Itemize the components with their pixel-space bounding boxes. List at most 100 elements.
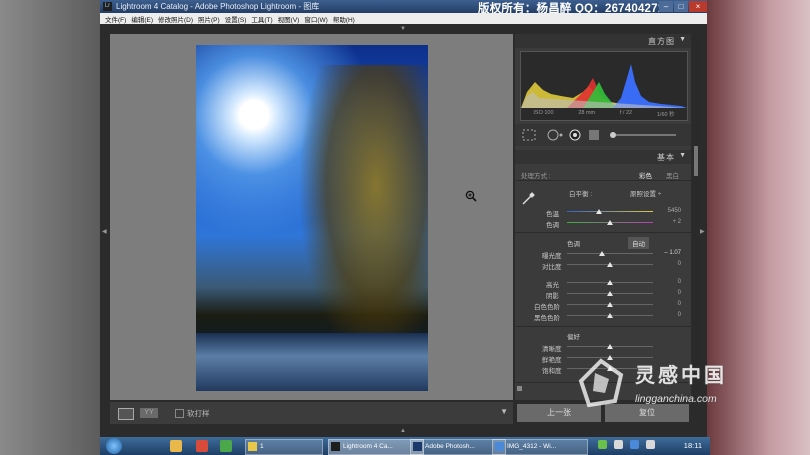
histogram-graph — [521, 64, 687, 108]
right-panel: 直方图 ▼ ISO 100 28 mm f / 22 1/60 秒 基本 ▼ 处… — [515, 34, 691, 400]
histogram-display: ISO 100 28 mm f / 22 1/60 秒 — [520, 51, 688, 121]
shadows-value[interactable]: 0 — [657, 290, 681, 296]
close-button[interactable]: × — [689, 1, 707, 12]
contrast-slider-thumb[interactable] — [607, 262, 613, 267]
wb-dropdown[interactable]: 原照设置 ÷ — [630, 188, 661, 198]
collapse-arrow-icon[interactable]: ▼ — [679, 36, 686, 43]
contrast-value[interactable]: 0 — [657, 261, 681, 267]
quicklaunch-icon-2[interactable] — [196, 440, 208, 452]
adjustment-brush-icon[interactable] — [610, 132, 676, 138]
system-tray: 18:11 — [590, 437, 710, 455]
right-panel-toggle-icon[interactable]: ▶ — [700, 228, 705, 235]
presence-label: 偏好 — [567, 334, 580, 341]
shadows-slider-thumb[interactable] — [607, 291, 613, 296]
zoom-cursor-icon — [465, 190, 477, 202]
temp-label: 色温 — [546, 211, 559, 218]
spot-removal-icon[interactable] — [547, 129, 563, 141]
exif-info: ISO 100 28 mm f / 22 1/60 秒 — [521, 110, 687, 118]
softproof-checkbox[interactable] — [175, 409, 184, 418]
menu-view[interactable]: 视图(V) — [278, 14, 300, 24]
tray-icon-2[interactable] — [614, 440, 623, 449]
loupe-view-button[interactable] — [118, 408, 134, 420]
tint-label: 色调 — [546, 222, 559, 229]
shadows-label: 阴影 — [546, 293, 559, 300]
watermark: 灵感中国 lingganchina.com — [575, 357, 775, 417]
treatment-color-option[interactable]: 彩色 — [639, 170, 652, 180]
taskbar-image-window[interactable]: IMG_4312 - Wi... — [492, 439, 588, 455]
title-bar: Lr Lightroom 4 Catalog - Adobe Photoshop… — [100, 0, 707, 15]
focal-length-value: 28 mm — [578, 110, 596, 116]
exposure-slider[interactable] — [567, 253, 653, 254]
clarity-label: 清晰度 — [542, 346, 562, 353]
watermark-logo-icon — [578, 358, 624, 408]
menu-develop[interactable]: 修改照片(D) — [158, 14, 193, 24]
softproof-label: 软打样 — [187, 409, 210, 418]
whites-slider-thumb[interactable] — [607, 302, 613, 307]
treatment-label: 处理方式 : — [521, 173, 551, 180]
before-after-button[interactable]: YY — [140, 408, 158, 418]
window-title: Lightroom 4 Catalog - Adobe Photoshop Li… — [116, 2, 320, 11]
histogram-header[interactable]: 直方图 ▼ — [515, 34, 691, 48]
tint-value[interactable]: + 2 — [657, 219, 681, 225]
right-panel-scrollbar[interactable] — [693, 34, 699, 400]
quicklaunch-icon-3[interactable] — [220, 440, 232, 452]
photo-trees — [298, 65, 428, 365]
tool-strip — [515, 124, 691, 146]
tint-slider-thumb[interactable] — [607, 220, 613, 225]
menu-window[interactable]: 窗口(W) — [304, 14, 327, 24]
lightroom-app-icon: Lr — [103, 2, 112, 11]
menu-photo[interactable]: 照片(P) — [198, 14, 220, 24]
highlights-value[interactable]: 0 — [657, 279, 681, 285]
basic-header[interactable]: 基本 ▼ — [515, 150, 691, 164]
maximize-button[interactable]: □ — [674, 1, 688, 12]
left-panel-toggle-icon[interactable]: ◀ — [102, 228, 107, 235]
saturation-label: 饱和度 — [542, 368, 562, 375]
quicklaunch-icon-1[interactable] — [170, 440, 182, 452]
aperture-value: f / 22 — [619, 110, 633, 116]
auto-tone-button[interactable]: 自动 — [628, 237, 649, 249]
histogram-title: 直方图 — [648, 37, 675, 46]
panel-scroll-end-icon — [517, 386, 522, 391]
shutter-value: 1/60 秒 — [656, 112, 675, 118]
photo-preview[interactable] — [196, 45, 428, 391]
taskbar-folder[interactable]: 1 — [245, 439, 323, 455]
graduated-filter-icon[interactable] — [589, 130, 599, 140]
treatment-bw-option[interactable]: 黑白 — [666, 170, 679, 180]
toolbar-bottom: YY 软打样 ▼ — [110, 402, 513, 424]
filmstrip-toggle-icon[interactable]: ▲ — [400, 428, 406, 434]
start-button[interactable] — [106, 438, 122, 454]
top-panel-toggle-icon[interactable]: ▼ — [400, 26, 406, 32]
scrollbar-thumb[interactable] — [694, 146, 698, 176]
menu-edit[interactable]: 编辑(E) — [131, 14, 153, 24]
watermark-url: lingganchina.com — [635, 393, 717, 405]
temp-slider-thumb[interactable] — [596, 209, 602, 214]
exposure-label: 曝光度 — [542, 253, 562, 260]
minimize-button[interactable]: – — [659, 1, 673, 12]
exposure-slider-thumb[interactable] — [599, 251, 605, 256]
menu-tools[interactable]: 工具(T) — [251, 14, 272, 24]
crop-tool-icon[interactable] — [522, 129, 536, 141]
whites-value[interactable]: 0 — [657, 301, 681, 307]
blacks-slider-thumb[interactable] — [607, 313, 613, 318]
taskbar-clock[interactable]: 18:11 — [684, 441, 702, 450]
whites-label: 白色色阶 — [534, 304, 560, 311]
desktop-left — [0, 0, 100, 455]
temp-value[interactable]: 5450 — [657, 208, 681, 214]
white-balance-picker-icon[interactable] — [521, 192, 535, 206]
toolbar-menu-icon[interactable]: ▼ — [500, 407, 508, 416]
temp-slider[interactable] — [567, 211, 653, 212]
exposure-value[interactable]: – 1.07 — [657, 250, 681, 256]
windows-taskbar: 1 Lightroom 4 Ca... Adobe Photosh... IMG… — [100, 437, 710, 455]
basic-title: 基本 — [657, 153, 675, 162]
menu-file[interactable]: 文件(F) — [105, 14, 126, 24]
menu-settings[interactable]: 设置(S) — [225, 14, 247, 24]
clarity-slider-thumb[interactable] — [607, 344, 613, 349]
highlights-slider-thumb[interactable] — [607, 280, 613, 285]
red-eye-icon[interactable] — [569, 129, 581, 141]
menu-help[interactable]: 帮助(H) — [333, 14, 355, 24]
volume-icon[interactable] — [646, 440, 655, 449]
blacks-value[interactable]: 0 — [657, 312, 681, 318]
tray-icon-3[interactable] — [630, 440, 639, 449]
basic-collapse-icon[interactable]: ▼ — [679, 152, 686, 159]
tray-icon-1[interactable] — [598, 440, 607, 449]
